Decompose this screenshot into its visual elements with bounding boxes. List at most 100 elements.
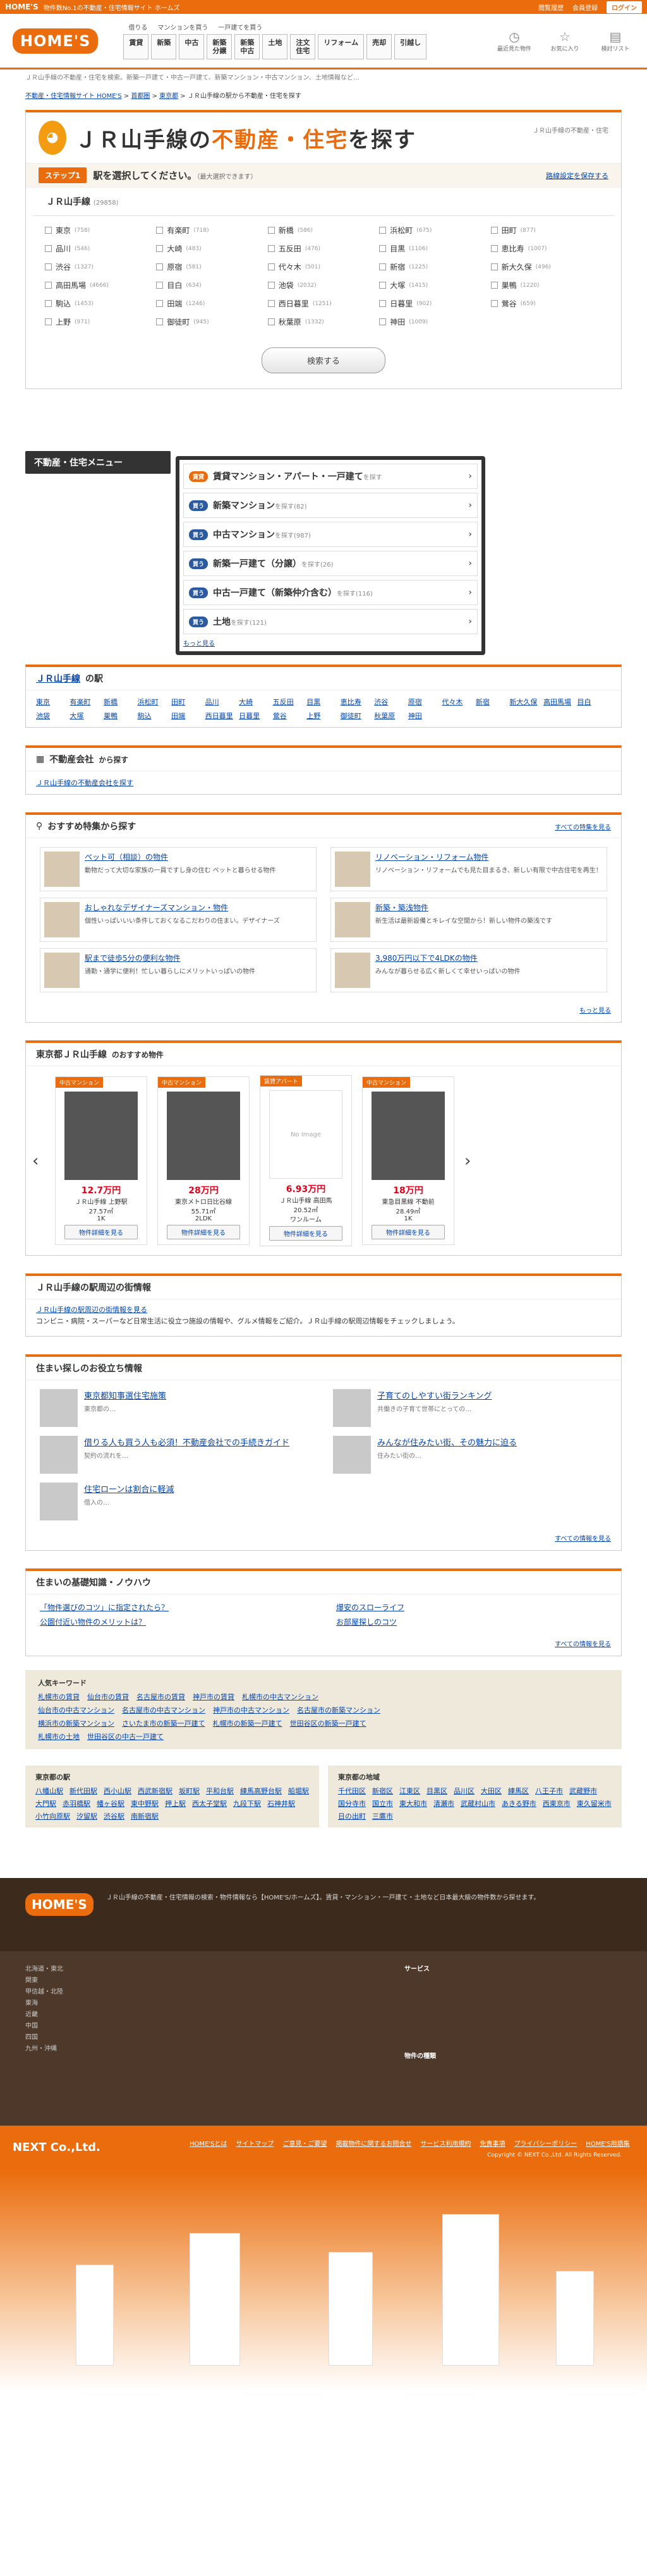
station-link[interactable]: 池袋 (36, 711, 70, 721)
area-link[interactable]: 千代田区 (338, 1786, 366, 1796)
keyword-link[interactable]: 神戸市の賃貸 (193, 1692, 234, 1702)
feature-item[interactable]: おしゃれなデザイナーズマンション・物件 個性いっぱいいい条件しておくなるこだわりの… (40, 898, 317, 942)
area-link[interactable]: 南新宿駅 (131, 1811, 159, 1821)
station-link[interactable]: 上野 (306, 711, 341, 721)
menu-item[interactable]: 買う 中古一戸建て（新築仲介含む） を探す(116) › (183, 580, 478, 605)
footer-region[interactable]: 北海道・東北 (25, 1964, 379, 1975)
station-link[interactable]: 有楽町 (70, 697, 104, 707)
register-link[interactable]: 会員登録 (572, 3, 598, 12)
station-checkbox-item[interactable]: 大崎 (483) (156, 243, 267, 254)
checkbox[interactable] (45, 245, 52, 252)
station-checkbox-item[interactable]: 巣鴨 (1220) (490, 280, 602, 291)
feature-title[interactable]: 3,980万円以下で4LDKの物件 (375, 953, 521, 963)
search-button[interactable]: 検索する (262, 347, 385, 373)
checkbox[interactable] (379, 263, 387, 270)
all-tips-link[interactable]: すべての情報を見る (555, 1536, 611, 1543)
station-link[interactable]: 浜松町 (138, 697, 172, 707)
top-logo[interactable]: HOME'S (5, 3, 39, 11)
nav-custom-house[interactable]: 注文 住宅 (290, 34, 316, 59)
station-link[interactable]: 恵比寿 (341, 697, 375, 707)
property-card[interactable]: 中古マンション 12.7万円 ＪＲ山手線 上野駅 27.57㎡ 1K 物件詳細を見る (55, 1076, 147, 1245)
feature-item[interactable]: ペット可（相談）の物件 動物だって大切な家族の一員ですし身の住む ペットと暮らせる… (40, 847, 317, 891)
menu-item[interactable]: 買う 土地 を探す(121) › (183, 609, 478, 634)
station-checkbox-item[interactable]: 田端 (1246) (156, 298, 267, 309)
checkbox[interactable] (379, 282, 387, 289)
login-button[interactable]: ログイン (607, 1, 642, 13)
station-link[interactable]: 日暮里 (239, 711, 273, 721)
footer-link[interactable]: プライバシーポリシー (514, 2138, 577, 2148)
footer-region[interactable]: 近畿 (25, 2009, 379, 2021)
checkbox[interactable] (267, 318, 275, 325)
station-link[interactable]: 品川 (205, 697, 239, 707)
footer-region[interactable]: 九州・沖縄 (25, 2043, 379, 2055)
checkbox[interactable] (45, 227, 52, 234)
area-link[interactable]: 石神井駅 (267, 1798, 295, 1809)
area-link[interactable]: 練馬高野台駅 (240, 1786, 282, 1796)
station-checkbox-item[interactable]: 品川 (546) (45, 243, 156, 254)
area-link[interactable]: 東大和市 (399, 1798, 427, 1809)
nav-mansion-link[interactable]: マンションを買う (157, 22, 208, 32)
area-link[interactable]: 八幡山駅 (35, 1786, 63, 1796)
station-checkbox-item[interactable]: 西日暮里 (1251) (267, 298, 379, 309)
checkbox[interactable] (379, 318, 387, 325)
breadcrumb-region[interactable]: 首都圏 (131, 93, 150, 100)
footer-region[interactable]: 東海 (25, 1998, 379, 2009)
company-search-link[interactable]: ＪＲ山手線の不動産会社を探す (36, 779, 133, 787)
property-card[interactable]: 中古マンション 18万円 東急目黒線 不動前 28.49㎡ 1K 物件詳細を見る (362, 1076, 454, 1245)
station-checkbox-item[interactable]: 渋谷 (1327) (45, 262, 156, 272)
nav-land[interactable]: 土地 (262, 34, 288, 59)
station-checkbox-item[interactable]: 原宿 (581) (156, 262, 267, 272)
nav-rent-link[interactable]: 借りる (128, 22, 147, 32)
keyword-link[interactable]: 札幌市の土地 (38, 1731, 80, 1742)
area-link[interactable]: 赤羽橋駅 (63, 1798, 90, 1809)
area-link[interactable]: 西小山駅 (104, 1786, 131, 1796)
station-checkbox-item[interactable]: 大塚 (1415) (379, 280, 490, 291)
keyword-link[interactable]: 名古屋市の新築マンション (297, 1705, 380, 1715)
area-link[interactable]: 東久留米市 (577, 1798, 612, 1809)
station-checkbox-item[interactable]: 東京 (758) (45, 225, 156, 236)
station-checkbox-item[interactable]: 日暮里 (902) (379, 298, 490, 309)
history-link[interactable]: 閲覧履歴 (538, 3, 564, 12)
area-link[interactable]: 武蔵野市 (569, 1786, 597, 1796)
keyword-link[interactable]: 名古屋市の中古マンション (122, 1705, 205, 1715)
feature-item[interactable]: 駅まで徒歩5分の便利な物件 通勤・通学に便利！忙しい暮らしにメリットいっぱいの物件 (40, 948, 317, 992)
footer-logo[interactable]: HOME'S (25, 1893, 94, 1916)
tip-title[interactable]: 借りる人も買う人も必須！不動産会社での手続きガイド (84, 1436, 289, 1448)
menu-item[interactable]: 賃貸 賃貸マンション・アパート・一戸建て を探す › (183, 464, 478, 489)
favorite-button[interactable]: ☆ お気に入り (546, 29, 584, 52)
menu-item[interactable]: 買う 新築一戸建て（分譲） を探す(26) › (183, 551, 478, 576)
area-link[interactable]: 九段下駅 (233, 1798, 261, 1809)
keyword-link[interactable]: 世田谷区の新築一戸建て (290, 1718, 366, 1728)
footer-link[interactable]: サイトマップ (236, 2138, 274, 2148)
station-checkbox-item[interactable]: 御徒町 (945) (156, 316, 267, 327)
footer-region[interactable]: 四国 (25, 2032, 379, 2043)
footer-link[interactable]: サービス利用規約 (420, 2138, 471, 2148)
area-link[interactable]: 目黒区 (426, 1786, 447, 1796)
area-link[interactable]: 江東区 (399, 1786, 420, 1796)
checkbox[interactable] (267, 300, 275, 307)
station-link[interactable]: 新宿 (476, 697, 510, 707)
keyword-link[interactable]: 世田谷区の中古一戸建て (87, 1731, 164, 1742)
checkbox[interactable] (267, 245, 275, 252)
nav-rent[interactable]: 賃貸 (123, 34, 149, 59)
checkbox[interactable] (156, 318, 164, 325)
station-checkbox-item[interactable]: 鶯谷 (659) (490, 298, 602, 309)
nav-reform[interactable]: リフォーム (318, 34, 365, 59)
tip-item[interactable]: 東京都知事選住宅施策 東京都の… (40, 1389, 314, 1427)
menu-item[interactable]: 買う 中古マンション を探す(987) › (183, 522, 478, 547)
area-link[interactable]: 東中野駅 (131, 1798, 159, 1809)
all-features-link[interactable]: すべての特集を見る (555, 822, 611, 831)
checkbox[interactable] (490, 263, 498, 270)
area-link[interactable]: 押上駅 (165, 1798, 186, 1809)
area-link[interactable]: 西東京市 (543, 1798, 571, 1809)
area-link[interactable]: 幡ヶ谷駅 (97, 1798, 124, 1809)
station-link[interactable]: 巣鴨 (104, 711, 138, 721)
station-link[interactable]: 東京 (36, 697, 70, 707)
keyword-link[interactable]: さいたま市の新築一戸建て (122, 1718, 205, 1728)
area-link[interactable]: 渋谷駅 (104, 1811, 124, 1821)
station-checkbox-item[interactable]: 上野 (971) (45, 316, 156, 327)
area-link[interactable]: 三鷹市 (372, 1811, 393, 1821)
property-image[interactable] (372, 1092, 445, 1180)
area-link[interactable]: 平和台駅 (206, 1786, 234, 1796)
line-link[interactable]: ＪＲ山手線 (36, 672, 80, 685)
